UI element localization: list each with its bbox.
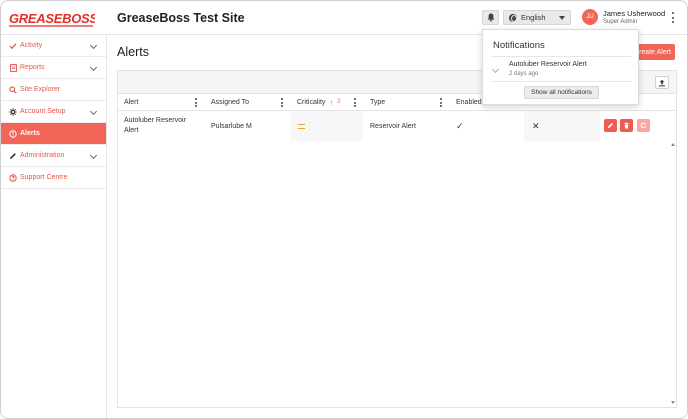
gear-icon <box>9 107 17 116</box>
column-header-type[interactable]: Type <box>364 94 450 111</box>
alerts-table: Alert Assigned To Criticality ↑ 2 Type E… <box>117 70 677 408</box>
chevron-down-icon <box>89 41 98 50</box>
show-all-notifications-button[interactable]: Show all notifications <box>524 86 599 99</box>
pencil-icon <box>9 152 17 160</box>
column-header-assigned-to[interactable]: Assigned To <box>205 94 291 111</box>
upload-icon <box>659 79 665 86</box>
user-menu-icon[interactable] <box>670 12 676 23</box>
sort-index: 2 <box>337 99 341 105</box>
sidebar-item-alerts[interactable]: Alerts <box>1 123 106 145</box>
caret-down-icon <box>559 16 565 20</box>
sidebar-item-reports[interactable]: Reports <box>1 57 106 79</box>
divider <box>491 56 631 57</box>
globe-icon <box>509 13 517 22</box>
sidebar: Activity Reports Site Explorer Account S… <box>1 35 107 418</box>
page-title: Alerts <box>117 45 149 59</box>
sidebar-item-label: Support Centre <box>20 174 68 181</box>
sidebar-item-administration[interactable]: Administration <box>1 145 106 167</box>
column-menu-icon[interactable] <box>439 98 443 107</box>
chevron-down-icon <box>89 107 98 116</box>
edit-button[interactable] <box>604 119 617 132</box>
bell-icon <box>487 13 494 22</box>
divider <box>491 81 631 82</box>
user-name: James Usherwood <box>603 9 666 18</box>
scroll-down-arrow-icon[interactable] <box>671 401 675 404</box>
check-icon <box>9 42 17 50</box>
column-header-criticality[interactable]: Criticality ↑ 2 <box>291 94 364 111</box>
site-title: GreaseBoss Test Site <box>117 11 245 25</box>
sidebar-item-label: Reports <box>20 64 45 71</box>
app-window: GREASEBOSS GreaseBoss Test Site English … <box>0 0 688 419</box>
sidebar-item-activity[interactable]: Activity <box>1 35 106 57</box>
column-header-alert[interactable]: Alert <box>118 94 205 111</box>
sidebar-item-label: Activity <box>20 42 43 49</box>
reset-button[interactable] <box>637 119 650 132</box>
greaseboss-logo[interactable]: GREASEBOSS <box>9 10 95 28</box>
scroll-up-arrow-icon[interactable] <box>671 143 675 146</box>
language-select[interactable]: English <box>503 10 571 25</box>
sidebar-item-label: Alerts <box>20 130 40 137</box>
sidebar-item-label: Account Setup <box>20 108 66 115</box>
column-menu-icon[interactable] <box>194 98 198 107</box>
sidebar-item-label: Site Explorer <box>20 86 61 93</box>
status-x-icon: ✕ <box>532 120 540 131</box>
notifications-popover: Notifications Autoluber Reservoir Alert … <box>482 29 639 105</box>
cell-type: Reservoir Alert <box>370 122 416 130</box>
user-avatar[interactable]: JU <box>582 9 598 25</box>
user-role: Super Admin <box>603 19 638 25</box>
notifications-title: Notifications <box>493 40 545 51</box>
export-button[interactable] <box>655 76 669 89</box>
enabled-check-icon: ✓ <box>456 120 464 131</box>
report-icon <box>9 63 17 72</box>
chevron-down-icon <box>89 63 98 72</box>
refresh-icon <box>640 122 647 129</box>
alert-icon <box>9 129 17 138</box>
notification-item-title[interactable]: Autoluber Reservoir Alert <box>509 61 587 68</box>
sidebar-item-site-explorer[interactable]: Site Explorer <box>1 79 106 101</box>
sidebar-item-account-setup[interactable]: Account Setup <box>1 101 106 123</box>
cell-assigned-to: Pulsarlube M <box>211 122 252 130</box>
svg-text:GREASEBOSS: GREASEBOSS <box>9 11 95 26</box>
sidebar-item-label: Administration <box>20 152 65 159</box>
trash-icon <box>624 122 629 129</box>
pencil-icon <box>607 122 614 129</box>
sort-ascending-icon: ↑ <box>329 97 334 107</box>
column-menu-icon[interactable] <box>353 98 357 107</box>
criticality-medium-icon <box>298 124 305 129</box>
search-icon <box>9 85 17 94</box>
sidebar-item-support-centre[interactable]: Support Centre <box>1 167 106 189</box>
column-menu-icon[interactable] <box>280 98 284 107</box>
delete-button[interactable] <box>620 119 633 132</box>
notifications-button[interactable] <box>482 10 499 25</box>
notification-item-time: 2 days ago <box>509 71 539 77</box>
cell-alert: Autoluber Reservoir Alert <box>124 117 186 134</box>
chevron-down-icon <box>491 65 500 74</box>
chevron-down-icon <box>89 151 98 160</box>
help-icon <box>9 173 17 182</box>
language-value: English <box>521 13 546 22</box>
